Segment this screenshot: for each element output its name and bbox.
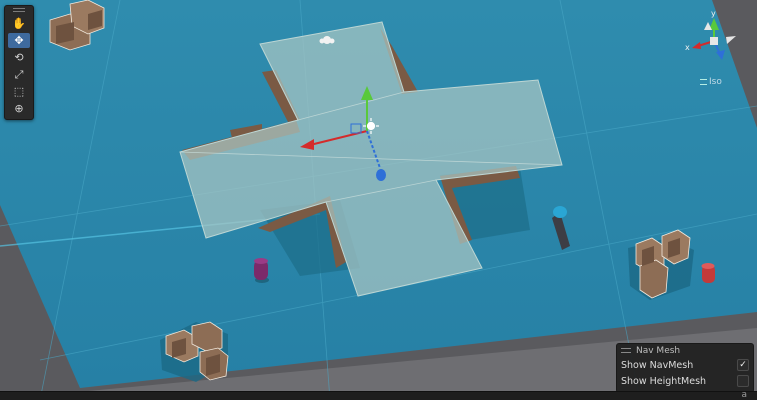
show-navmesh-row[interactable]: Show NavMesh ✓ <box>617 357 753 373</box>
gizmo-x-cone-icon[interactable] <box>692 42 701 49</box>
gizmo-x-label: x <box>685 43 690 52</box>
navmesh-overlay-panel: Nav Mesh Show NavMesh ✓ Show HeightMesh <box>616 343 754 393</box>
projection-label: Iso <box>709 77 722 87</box>
gizmo-z-cone-icon[interactable] <box>716 50 725 60</box>
navmesh-overlay-header[interactable]: Nav Mesh <box>617 344 753 357</box>
agent-red[interactable] <box>701 263 716 283</box>
projection-icon <box>700 79 707 85</box>
gizmo-y-label: y <box>711 9 716 18</box>
projection-toggle[interactable]: Iso <box>700 77 722 87</box>
show-navmesh-label: Show NavMesh <box>621 359 694 371</box>
scene-view[interactable]: ✋ ✥ ⟲ ⤢ ⬚ ⊕ x y Iso Nav Mesh Show NavMesh ✓ <box>0 0 757 400</box>
rect-tool-icon[interactable]: ⬚ <box>8 84 30 99</box>
tool-palette-grip[interactable] <box>5 6 33 14</box>
status-text: a <box>741 390 747 400</box>
tool-palette: ✋ ✥ ⟲ ⤢ ⬚ ⊕ <box>4 5 34 120</box>
hand-tool-icon[interactable]: ✋ <box>8 16 30 31</box>
show-heightmesh-row[interactable]: Show HeightMesh <box>617 373 753 389</box>
agent-purple[interactable] <box>254 258 269 283</box>
gizmo-neg-x-cone-icon[interactable] <box>726 36 736 44</box>
show-navmesh-checkbox[interactable]: ✓ <box>737 359 749 371</box>
scale-tool-icon[interactable]: ⤢ <box>8 67 30 82</box>
z-axis-cone-icon[interactable] <box>376 169 386 181</box>
transform-tool-icon[interactable]: ⊕ <box>8 101 30 116</box>
rotate-tool-icon[interactable]: ⟲ <box>8 50 30 65</box>
navmesh-overlay-title: Nav Mesh <box>636 345 681 356</box>
tool-list: ✋ ✥ ⟲ ⤢ ⬚ ⊕ <box>5 16 33 116</box>
show-heightmesh-label: Show HeightMesh <box>621 375 707 387</box>
status-bar: a <box>0 390 757 400</box>
move-tool-icon[interactable]: ✥ <box>8 33 30 48</box>
gizmo-center-cube[interactable] <box>710 37 718 45</box>
scene-viewport[interactable] <box>0 0 757 400</box>
drag-handle-icon[interactable] <box>621 348 631 353</box>
show-heightmesh-checkbox[interactable] <box>737 375 749 387</box>
